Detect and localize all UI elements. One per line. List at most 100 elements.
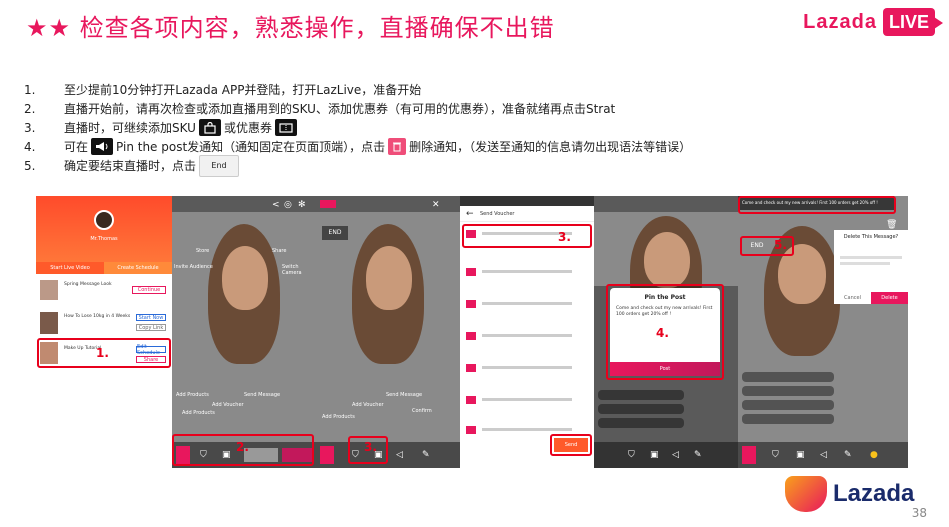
shopping-bag-icon[interactable]: ⛉ (628, 450, 635, 460)
comment-list (598, 390, 684, 434)
screen-live: ✕ END Send Message Add Voucher Confirm A… (316, 196, 460, 468)
pen-icon[interactable]: ✎ (422, 450, 430, 460)
step-text: Pin the post发通知（通知固定在页面顶端），点击 (116, 140, 386, 154)
screenshot-strip: Mr.Thomas Start Live Video Create Schedu… (36, 196, 908, 468)
highlight-box (606, 284, 724, 380)
lazada-live-logo: Lazada LIVE (803, 8, 944, 36)
voucher-item[interactable] (466, 426, 476, 434)
page-number: 38 (911, 506, 927, 520)
label-add-voucher: Add Voucher (352, 402, 384, 408)
step-number: 4. (24, 139, 36, 154)
start-now-button[interactable]: Start Now (136, 314, 166, 321)
shopping-bag-icon[interactable]: ⛉ (772, 450, 779, 460)
brand-live-badge: LIVE (882, 8, 944, 36)
step-text: 至少提前10分钟打开Lazada APP并登陆，打开LazLive，准备开始 (64, 83, 422, 97)
megaphone-icon[interactable]: ◁ (820, 450, 827, 460)
pen-icon[interactable]: ✎ (844, 450, 852, 460)
label-add-products: Add Products (176, 392, 209, 398)
item-title: Spring Message Look (64, 282, 112, 287)
step-5: 5. 确定要结束直播时，点击 End (24, 154, 691, 177)
step-text: 直播开始前，请再次检查或添加直播用到的SKU、添加优惠券（有可用的优惠券），准备… (64, 102, 616, 116)
host-face (366, 246, 412, 310)
label-share: Share (272, 248, 287, 254)
megaphone-icon (91, 138, 114, 155)
step-list: 1. 至少提前10分钟打开Lazada APP并登陆，打开LazLive，准备开… (24, 80, 691, 177)
copy-link-button[interactable]: Copy Link (136, 324, 166, 331)
voucher-header: Send Voucher (460, 206, 594, 222)
label-confirm: Confirm (412, 408, 432, 414)
product-thumb[interactable] (742, 446, 756, 464)
megaphone-icon[interactable]: ◁ (672, 450, 679, 460)
screen-delete-message: Come and check out my new arrivals! Firs… (738, 196, 908, 468)
share-icon[interactable]: < (272, 200, 280, 210)
bulb-icon[interactable]: ● (870, 450, 878, 460)
annotation-number: 3. (558, 230, 571, 244)
thumbnail (40, 312, 58, 334)
voucher-icon[interactable]: ▣ (650, 450, 659, 460)
live-badge (320, 200, 336, 208)
step-1: 1. 至少提前10分钟打开Lazada APP并登陆，打开LazLive，准备开… (24, 80, 691, 99)
host-face (222, 246, 268, 310)
voucher-item[interactable] (466, 396, 476, 404)
gear-icon[interactable]: ✻ (298, 200, 306, 210)
trash-icon[interactable]: 🗑 (886, 220, 897, 230)
step-number: 2. (24, 101, 36, 116)
comment (598, 390, 684, 400)
host-face (644, 232, 690, 288)
screen-send-voucher: Send Voucher ← 3. Send (460, 196, 594, 468)
bottom-toolbar (594, 442, 738, 468)
tab-start-live[interactable]: Start Live Video (36, 262, 104, 274)
label-send-message: Send Message (244, 392, 281, 398)
bottom-toolbar (316, 442, 460, 468)
screen-pre-live: < ◎ ✻ Share Switch Camera Store Invite A… (172, 196, 316, 468)
step-2: 2. 直播开始前，请再次检查或添加直播用到的SKU、添加优惠券（有可用的优惠券）… (24, 99, 691, 118)
voucher-icon[interactable]: ▣ (796, 450, 805, 460)
step-3: 3. 直播时，可继续添加SKU 或优惠券 (24, 118, 691, 137)
status-bar (460, 196, 594, 206)
top-bar (594, 196, 738, 212)
back-icon[interactable]: ← (466, 209, 474, 219)
comment (598, 404, 684, 414)
cancel-button[interactable]: Cancel (834, 292, 871, 304)
step-4: 4. 可在 Pin the post发通知（通知固定在页面顶端），点击 删除通知… (24, 137, 691, 156)
voucher-text (482, 428, 572, 431)
end-button-sample: End (199, 154, 240, 177)
voucher-item[interactable] (466, 300, 476, 308)
step-number: 5. (24, 158, 36, 173)
product-thumb[interactable] (320, 446, 334, 464)
comment (742, 386, 834, 396)
delete-button[interactable]: Delete (871, 292, 908, 304)
top-bar (172, 196, 316, 212)
step-number: 1. (24, 82, 36, 97)
avatar (94, 210, 114, 230)
highlight-box (550, 434, 592, 456)
voucher-icon (274, 119, 297, 136)
tab-create-schedule[interactable]: Create Schedule (104, 262, 172, 274)
step-text: 删除通知，（发送至通知的信息请勿出现语法等错误） (409, 140, 692, 154)
step-text: 可在 (64, 140, 89, 154)
label-invite: Invite Audience (174, 264, 213, 270)
highlight-box (738, 196, 896, 214)
label-switch-camera: Switch Camera (282, 264, 302, 276)
voucher-text (482, 366, 572, 369)
close-icon[interactable]: ✕ (432, 200, 440, 210)
pen-icon[interactable]: ✎ (694, 450, 702, 460)
lazada-heart-icon (785, 476, 827, 512)
voucher-text (482, 334, 572, 337)
camera-icon[interactable]: ◎ (284, 200, 292, 210)
highlight-box (740, 236, 794, 256)
step-text: 确定要结束直播时，点击 (64, 159, 197, 173)
comment-list (742, 372, 834, 432)
brand-word: Lazada (833, 480, 915, 507)
end-button[interactable]: END (322, 226, 348, 240)
comment (598, 418, 684, 428)
screen-schedule-list: Mr.Thomas Start Live Video Create Schedu… (36, 196, 172, 468)
megaphone-icon[interactable]: ◁ (396, 450, 403, 460)
voucher-item[interactable] (466, 364, 476, 372)
continue-button[interactable]: Continue (132, 286, 166, 294)
lazada-logo: Lazada (785, 476, 914, 512)
voucher-item[interactable] (466, 268, 476, 276)
screen-pin-post: Pin the Post Come and check out my new a… (594, 196, 738, 468)
voucher-item[interactable] (466, 332, 476, 340)
comment (742, 372, 834, 382)
